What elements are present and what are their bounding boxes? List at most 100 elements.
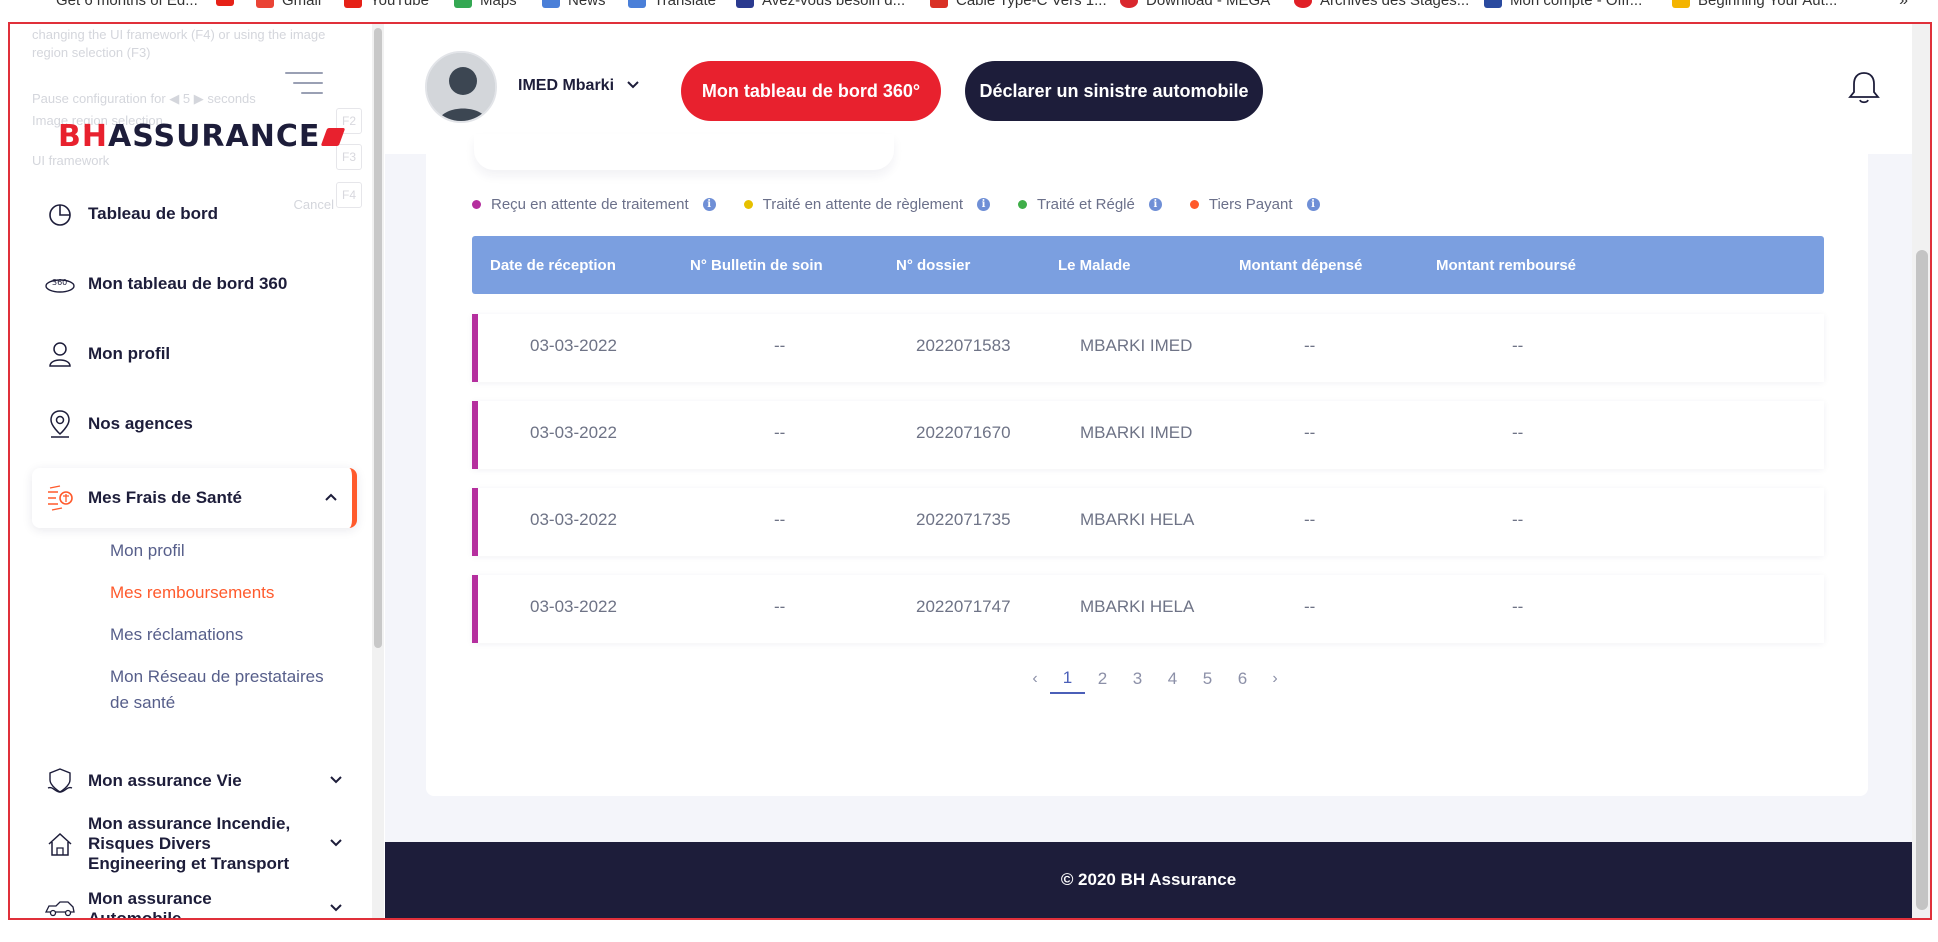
cell-rembourse: --: [1512, 423, 1524, 442]
cell-malade: MBARKI IMED: [1080, 336, 1193, 355]
submenu-mon-profil[interactable]: Mon profil: [110, 538, 185, 564]
cell-rembourse: --: [1512, 510, 1524, 529]
chevron-down-icon[interactable]: [329, 900, 343, 918]
avatar[interactable]: [425, 51, 497, 123]
cell-date: 03-03-2022: [530, 336, 617, 355]
home-icon: [32, 831, 88, 857]
translate-icon: [628, 0, 646, 8]
sidebar-scrollbar[interactable]: [372, 24, 384, 918]
submenu-mes-remboursements[interactable]: Mes remboursements: [110, 580, 274, 606]
cell-bulletin: --: [774, 510, 786, 529]
column-header[interactable]: N° Bulletin de soin: [690, 257, 823, 274]
chevron-down-icon[interactable]: [329, 835, 343, 853]
bookmark[interactable]: Mon compte - Offr...: [1484, 0, 1642, 9]
column-header[interactable]: N° dossier: [896, 257, 970, 274]
legend-dot: [1189, 200, 1199, 209]
sidebar-item-assurance-incendie[interactable]: Mon assurance Incendie, Risques Divers E…: [32, 808, 357, 880]
bh-assurance-logo[interactable]: BHASSURANCE: [58, 119, 346, 154]
info-icon[interactable]: i: [702, 198, 716, 211]
cell-dossier: 2022071735: [916, 510, 1011, 529]
bookmark[interactable]: Archives des Stages...: [1294, 0, 1469, 9]
declare-claim-button[interactable]: Déclarer un sinistre automobile: [965, 61, 1263, 121]
legend-dot: [743, 200, 753, 209]
pie-chart-icon: [32, 201, 88, 227]
page-button-6[interactable]: 6: [1225, 665, 1260, 693]
cart-icon: [930, 0, 948, 8]
page-button-1[interactable]: 1: [1050, 664, 1085, 694]
app-viewport: changing the UI framework (F4) or using …: [8, 22, 1932, 920]
legend-dot: [1018, 200, 1028, 209]
submenu-reseau-prestataires[interactable]: Mon Réseau de prestataires de santé: [110, 664, 340, 716]
bookmark[interactable]: News: [542, 0, 606, 9]
info-icon[interactable]: i: [1148, 198, 1162, 211]
chevron-up-icon[interactable]: [324, 489, 338, 507]
status-legend: Reçu en attente de traitement i Traité e…: [472, 196, 1320, 213]
sidebar: changing the UI framework (F4) or using …: [10, 24, 385, 918]
bookmark[interactable]: Get 6 months of Ed...: [56, 0, 198, 9]
cell-dossier: 2022071747: [916, 597, 1011, 616]
health-costs-icon: [32, 482, 88, 514]
user-menu[interactable]: IMED Mbarki: [518, 77, 640, 95]
sidebar-item-assurance-automobile[interactable]: Mon assurance Automobile: [32, 884, 357, 918]
sidebar-item-nos-agences[interactable]: Nos agences: [32, 399, 357, 449]
prev-page-button[interactable]: ‹: [1020, 670, 1050, 688]
page-scrollbar[interactable]: [1912, 24, 1930, 918]
bookmark[interactable]: Avez-vous besoin d...: [736, 0, 905, 9]
bookmark[interactable]: Gmail: [256, 0, 321, 9]
table-row[interactable]: 03-03-2022 -- 2022071583 MBARKI IMED -- …: [472, 314, 1824, 382]
column-header[interactable]: Montant dépensé: [1239, 257, 1362, 274]
cell-date: 03-03-2022: [530, 510, 617, 529]
bookmark[interactable]: Beginning Your Aut...: [1672, 0, 1837, 9]
chevron-down-icon: [626, 77, 640, 95]
car-icon: [32, 900, 88, 918]
bookmarks-more-button[interactable]: »: [1899, 0, 1908, 10]
page-button-3[interactable]: 3: [1120, 665, 1155, 693]
info-icon[interactable]: i: [977, 198, 991, 211]
bookmark-site-icon: [1672, 0, 1690, 8]
sidebar-item-mes-frais-de-sante[interactable]: Mes Frais de Santé: [32, 468, 357, 528]
bookmark[interactable]: Download - MEGA: [1120, 0, 1270, 9]
chevron-down-icon[interactable]: [329, 772, 343, 790]
logo-mark-icon: [321, 128, 346, 146]
life-insurance-icon: [32, 766, 88, 796]
bookmark[interactable]: Maps: [454, 0, 517, 9]
legend-dot: [472, 200, 481, 209]
sidebar-scrollbar-thumb[interactable]: [374, 28, 382, 648]
sidebar-item-tableau-de-bord-360[interactable]: 360 Mon tableau de bord 360: [32, 259, 357, 309]
cell-dossier: 2022071583: [916, 336, 1011, 355]
sidebar-item-assurance-vie[interactable]: Mon assurance Vie: [32, 758, 357, 804]
cell-rembourse: --: [1512, 336, 1524, 355]
copyright-text: © 2020 BH Assurance: [1060, 870, 1237, 889]
menu-toggle-icon[interactable]: [285, 72, 323, 94]
sidebar-item-mon-profil[interactable]: Mon profil: [32, 329, 357, 379]
table-row[interactable]: 03-03-2022 -- 2022071747 MBARKI HELA -- …: [472, 575, 1824, 643]
page-button-2[interactable]: 2: [1085, 665, 1120, 693]
table-row[interactable]: 03-03-2022 -- 2022071735 MBARKI HELA -- …: [472, 488, 1824, 556]
cell-malade: MBARKI HELA: [1080, 510, 1195, 529]
svg-text:360: 360: [52, 278, 67, 287]
next-page-button[interactable]: ›: [1260, 670, 1290, 688]
bookmark-site-icon: [1484, 0, 1502, 8]
bookmark[interactable]: [216, 0, 234, 6]
column-header[interactable]: Date de réception: [490, 257, 616, 274]
column-header[interactable]: Le Malade: [1058, 257, 1131, 274]
cell-date: 03-03-2022: [530, 597, 617, 616]
info-icon[interactable]: i: [1306, 198, 1320, 211]
news-icon: [542, 0, 560, 8]
column-header[interactable]: Montant remboursé: [1436, 257, 1576, 274]
dashboard-360-button[interactable]: Mon tableau de bord 360°: [681, 61, 941, 121]
bookmark[interactable]: Câble Type-C Vers 1...: [930, 0, 1107, 9]
submenu-mes-reclamations[interactable]: Mes réclamations: [110, 622, 243, 648]
cell-depense: --: [1304, 597, 1316, 616]
sidebar-item-tableau-de-bord[interactable]: Tableau de bord: [32, 189, 357, 239]
bookmark[interactable]: Translate: [628, 0, 716, 9]
bookmark[interactable]: YouTube: [344, 0, 429, 9]
table-row[interactable]: 03-03-2022 -- 2022071670 MBARKI IMED -- …: [472, 401, 1824, 469]
page-button-4[interactable]: 4: [1155, 665, 1190, 693]
cell-depense: --: [1304, 510, 1316, 529]
page-button-5[interactable]: 5: [1190, 665, 1225, 693]
notification-bell-icon[interactable]: [1847, 69, 1881, 110]
user-icon: [32, 341, 88, 367]
page-scrollbar-thumb[interactable]: [1916, 250, 1928, 910]
legend-item: Tiers Payant i: [1189, 196, 1320, 213]
